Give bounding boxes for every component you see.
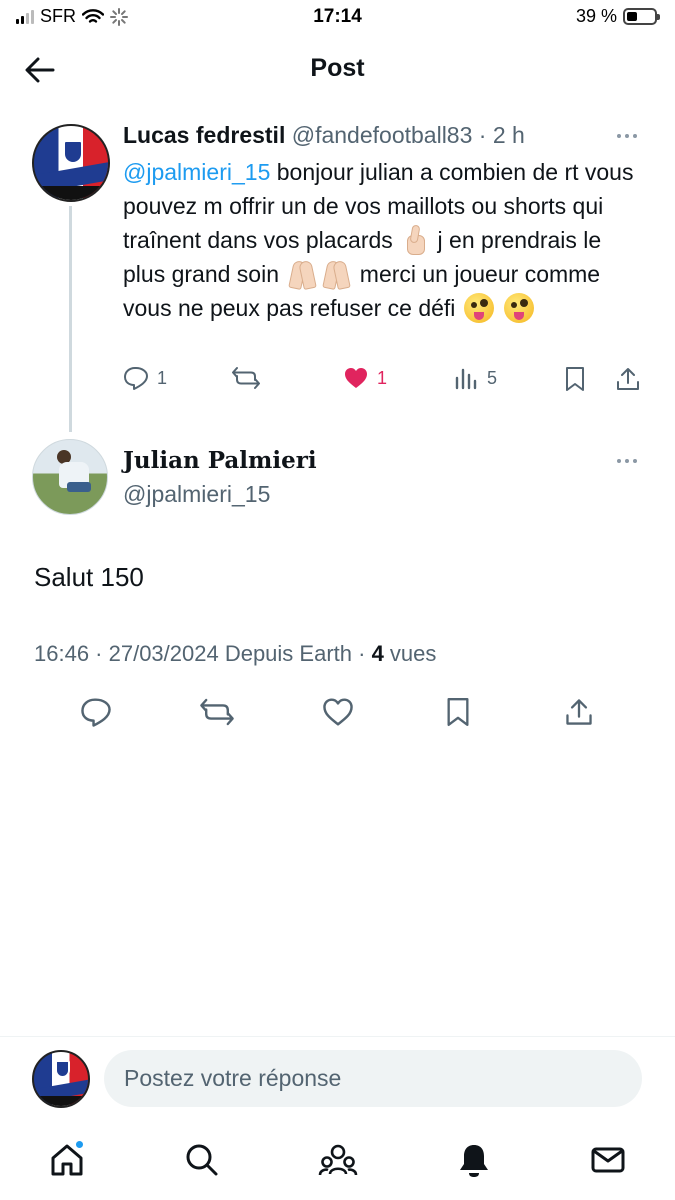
dot-icon: [617, 134, 621, 138]
dot-icon: [625, 459, 629, 463]
repost-button[interactable]: [231, 366, 261, 390]
bookmark-icon: [447, 698, 469, 726]
bookmark-button[interactable]: [563, 366, 587, 392]
avatar-person-legs: [67, 482, 91, 492]
main-share-button[interactable]: [557, 690, 601, 734]
communities-icon: [318, 1144, 358, 1176]
parent-tweet-header: Lucas fedrestil @fandefootball83 · 2 h: [123, 122, 525, 149]
main-more-button[interactable]: [612, 451, 642, 471]
crest-image: [55, 1060, 70, 1078]
zany-face-emoji-icon: [463, 293, 494, 323]
heart-filled-icon: [345, 368, 367, 388]
mention-link[interactable]: @jpalmieri_15: [123, 159, 270, 185]
search-icon: [186, 1144, 218, 1176]
crest-image: [63, 140, 83, 164]
avatar-bottom: [34, 1096, 88, 1106]
views-button[interactable]: 5: [453, 366, 497, 390]
header: Post: [0, 40, 675, 98]
battery-fill: [627, 12, 638, 21]
repost-icon: [200, 698, 234, 726]
parent-actions: 1 1 5: [123, 366, 643, 400]
main-handle[interactable]: @jpalmieri_15: [123, 481, 270, 508]
nav-home[interactable]: [45, 1138, 89, 1182]
main-tweet-text: Salut 150: [34, 562, 144, 592]
views-label: vues: [383, 641, 437, 666]
dot-icon: [625, 134, 629, 138]
main-avatar[interactable]: [32, 439, 108, 515]
parent-tweet-text: @jpalmieri_15 bonjour julian a combien d…: [123, 155, 643, 325]
reply-count: 1: [157, 367, 168, 388]
views-icon: [455, 368, 477, 390]
crossed-fingers-emoji-icon: [401, 225, 429, 255]
parent-avatar[interactable]: [32, 124, 110, 202]
dot-icon: [617, 459, 621, 463]
bookmark-icon: [566, 367, 584, 391]
like-button[interactable]: 1: [343, 366, 387, 390]
main-display-name[interactable]: Julian Palmieri: [123, 447, 317, 474]
reply-button[interactable]: 1: [123, 366, 167, 390]
view-count: 5: [487, 367, 498, 388]
reply-input[interactable]: [104, 1050, 642, 1107]
parent-handle-time: @fandefootball83 · 2 h: [291, 122, 525, 148]
nav-communities[interactable]: [316, 1138, 360, 1182]
home-badge: [75, 1140, 84, 1149]
main-actions: [0, 690, 675, 734]
praying-hands-emoji-icon: [286, 259, 318, 289]
nav-search[interactable]: [180, 1138, 224, 1182]
like-count: 1: [377, 367, 388, 388]
timestamp: 16:46 · 27/03/2024 Depuis Earth ·: [34, 641, 372, 666]
battery-percent: 39 %: [575, 6, 617, 26]
composer-divider: [0, 1036, 675, 1037]
dot-icon: [633, 134, 637, 138]
praying-hands-emoji-icon: [320, 259, 352, 289]
dot-icon: [633, 459, 637, 463]
status-bar: SFR 17:14 39 %: [0, 0, 675, 36]
main-reply-button[interactable]: [74, 690, 118, 734]
bottom-nav: [0, 1130, 675, 1190]
nav-notifications[interactable]: [452, 1138, 496, 1182]
main-bookmark-button[interactable]: [436, 690, 480, 734]
status-right: 39 %: [575, 6, 660, 27]
battery-icon: [623, 8, 660, 25]
parent-meta: @fandefootball83 · 2 h: [292, 122, 525, 148]
zany-face-emoji-icon: [504, 293, 535, 323]
composer-avatar[interactable]: [32, 1050, 90, 1108]
heart-icon: [323, 698, 353, 726]
share-icon: [617, 368, 639, 390]
status-time: 17:14: [313, 6, 362, 27]
notifications-icon: [460, 1145, 488, 1177]
reply-icon: [81, 698, 111, 727]
messages-icon: [591, 1147, 625, 1173]
nav-messages[interactable]: [586, 1138, 630, 1182]
views-count: 4: [371, 641, 384, 666]
share-icon: [566, 699, 592, 725]
reply-icon: [124, 367, 148, 390]
thread-line: [69, 206, 72, 432]
avatar-bottom: [34, 186, 108, 200]
page-title: Post: [310, 54, 365, 82]
main-like-button[interactable]: [316, 690, 360, 734]
repost-icon: [232, 367, 260, 389]
main-tweet-meta: 16:46 · 27/03/2024 Depuis Earth · 4 vues: [34, 641, 436, 667]
main-repost-button[interactable]: [195, 690, 239, 734]
parent-display-name[interactable]: Lucas fedrestil: [123, 122, 285, 148]
parent-more-button[interactable]: [612, 126, 642, 146]
share-button[interactable]: [615, 366, 641, 392]
